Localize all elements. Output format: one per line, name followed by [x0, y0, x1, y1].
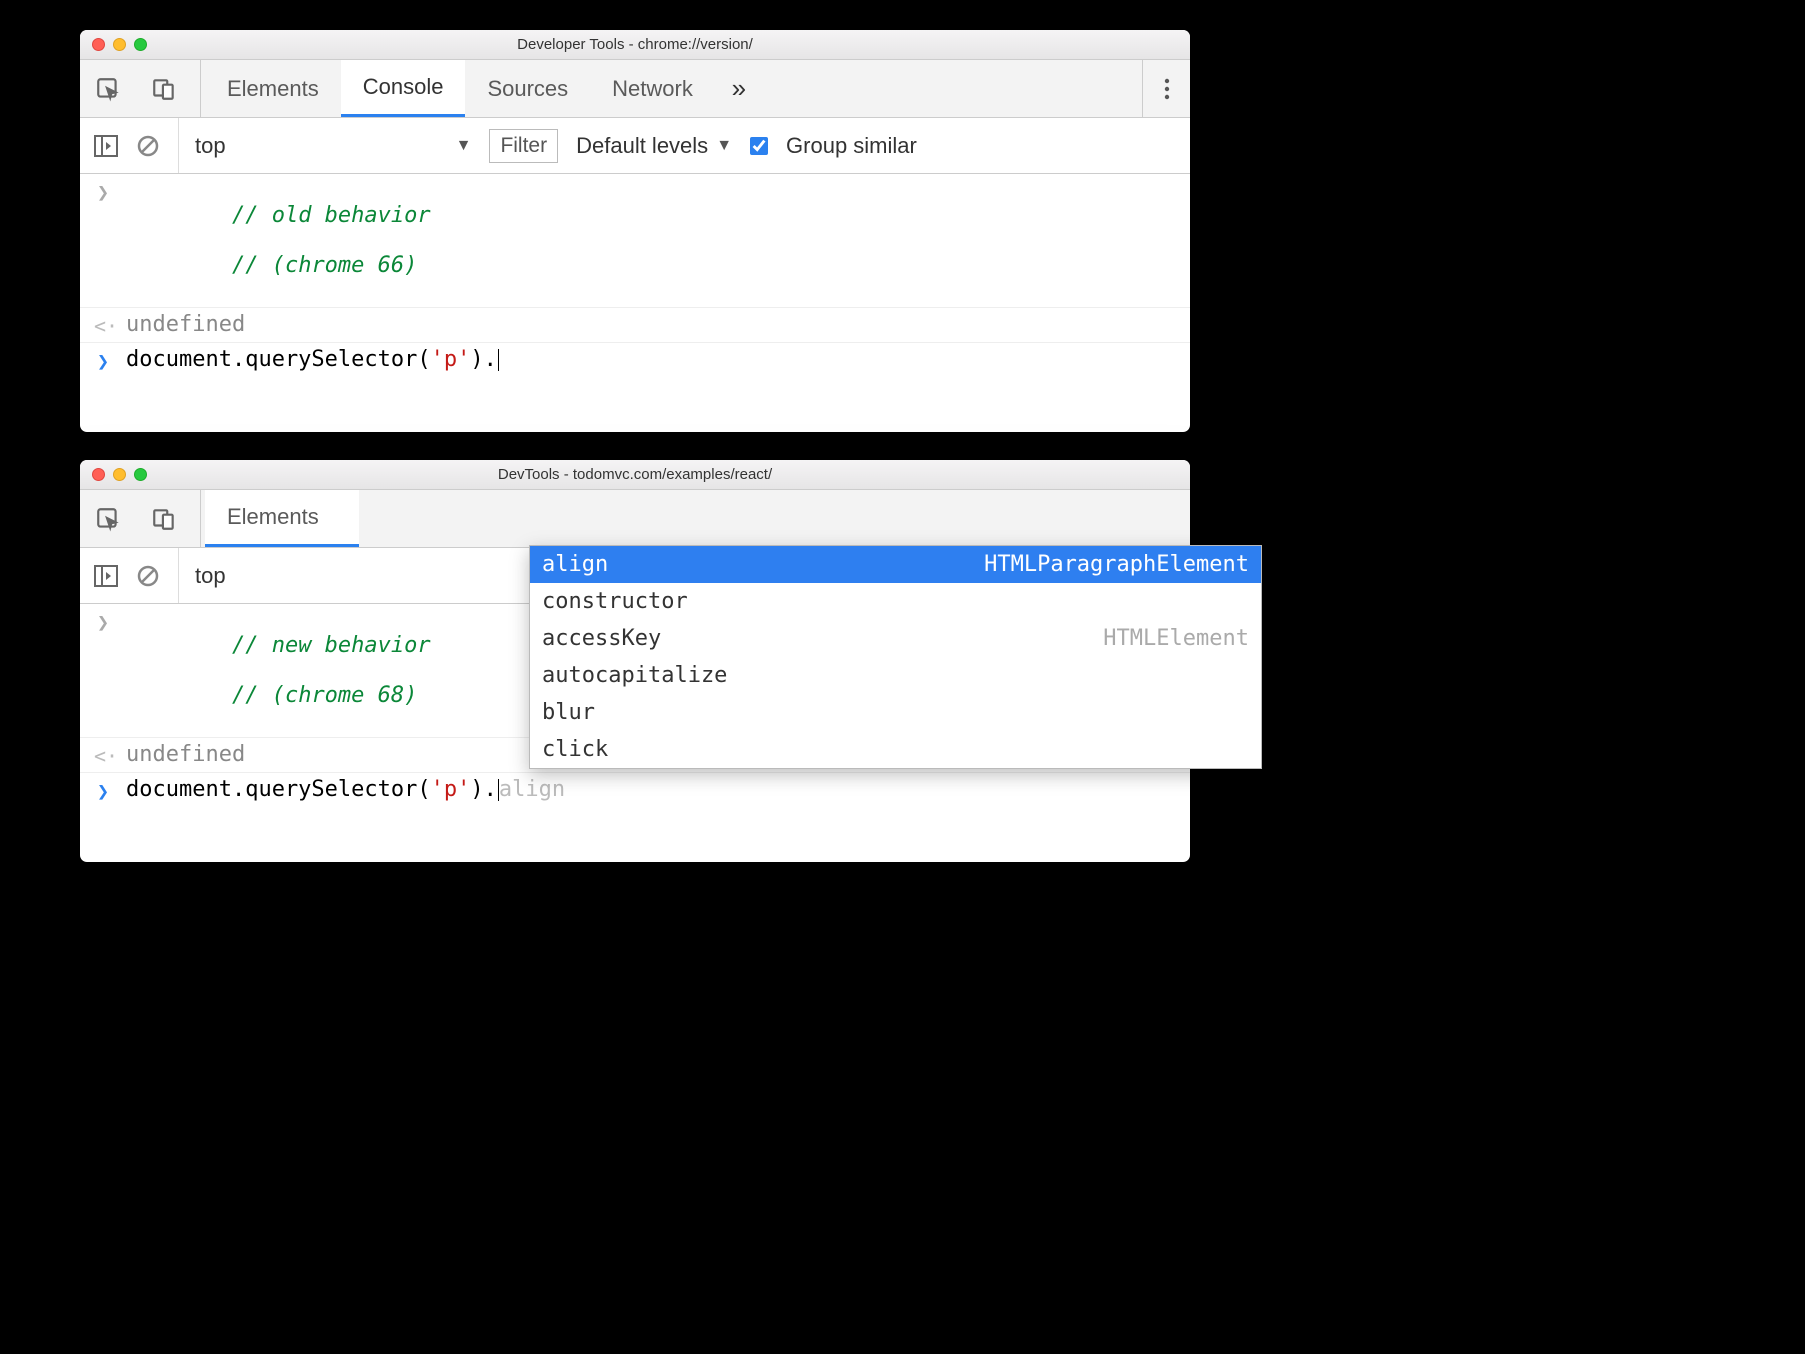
minimize-icon[interactable]: [113, 468, 126, 481]
tab-network[interactable]: Network: [590, 60, 715, 117]
chevron-down-icon: ▼: [716, 137, 732, 155]
console-prompt-row[interactable]: ❯ document.querySelector('p').: [80, 343, 1190, 377]
context-label: top: [195, 563, 226, 589]
output-value: undefined: [126, 312, 245, 337]
autocomplete-label: autocapitalize: [542, 663, 727, 688]
autocomplete-item[interactable]: align HTMLParagraphElement: [530, 546, 1261, 583]
prompt-marker-icon: ❯: [94, 777, 112, 803]
clear-console-icon[interactable]: [136, 134, 160, 158]
text-cursor: [498, 349, 499, 371]
ghost-completion: align: [499, 777, 565, 802]
autocomplete-item[interactable]: autocapitalize: [530, 657, 1261, 694]
code-comment: // old behavior: [232, 203, 431, 228]
autocomplete-label: constructor: [542, 589, 688, 614]
console-toolbar: top ▼ Filter Default levels ▼ Group simi…: [80, 118, 1190, 174]
tab-sources[interactable]: Sources: [465, 60, 590, 117]
autocomplete-item[interactable]: click: [530, 731, 1261, 768]
inspect-icon[interactable]: [80, 60, 136, 117]
group-similar-label: Group similar: [786, 133, 917, 159]
autocomplete-popup[interactable]: align HTMLParagraphElement constructor a…: [529, 545, 1262, 769]
output-marker-icon: <·: [94, 742, 112, 768]
traffic-lights: [92, 38, 147, 51]
code-comment: // (chrome 68): [232, 683, 417, 708]
input-marker-icon: ❯: [94, 608, 112, 634]
autocomplete-label: click: [542, 737, 608, 762]
zoom-icon[interactable]: [134, 38, 147, 51]
tab-elements[interactable]: Elements: [205, 60, 341, 117]
autocomplete-item[interactable]: constructor: [530, 583, 1261, 620]
autocomplete-item[interactable]: blur: [530, 694, 1261, 731]
code-comment: // (chrome 66): [232, 253, 417, 278]
device-icon[interactable]: [136, 490, 192, 547]
context-label: top: [195, 133, 226, 159]
console-input-row: ❯ // old behavior // (chrome 66): [80, 174, 1190, 308]
console-prompt-row[interactable]: ❯ document.querySelector('p').align: [80, 773, 1190, 807]
autocomplete-label: accessKey: [542, 626, 661, 651]
autocomplete-item[interactable]: accessKey HTMLElement: [530, 620, 1261, 657]
kebab-menu-icon[interactable]: [1142, 60, 1190, 117]
divider: [200, 60, 201, 117]
sidebar-toggle-icon[interactable]: [94, 135, 118, 157]
filter-input[interactable]: Filter: [489, 129, 558, 163]
console-output-row: <· undefined: [80, 308, 1190, 343]
devtools-window: DevTools - todomvc.com/examples/react/ E…: [80, 460, 1190, 860]
autocomplete-label: align: [542, 552, 608, 577]
tabbar: Elements Console Sources Network »: [80, 60, 1190, 118]
prompt-code[interactable]: document.querySelector('p').align: [126, 777, 565, 802]
output-marker-icon: <·: [94, 312, 112, 338]
autocomplete-hint: HTMLParagraphElement: [984, 552, 1249, 577]
sidebar-toggle-icon[interactable]: [94, 565, 118, 587]
more-tabs-icon[interactable]: »: [715, 60, 763, 117]
autocomplete-hint: HTMLElement: [1103, 626, 1249, 651]
window-title: DevTools - todomvc.com/examples/react/: [80, 466, 1190, 483]
devtools-window: Developer Tools - chrome://version/ Elem…: [80, 30, 1190, 430]
output-value: undefined: [126, 742, 245, 767]
traffic-lights: [92, 468, 147, 481]
autocomplete-label: blur: [542, 700, 595, 725]
chevron-down-icon: ▼: [456, 137, 472, 155]
prompt-code[interactable]: document.querySelector('p').: [126, 347, 499, 372]
group-similar-checkbox[interactable]: [750, 137, 768, 155]
tab-elements[interactable]: Elements: [205, 490, 359, 547]
divider: [200, 490, 201, 547]
device-icon[interactable]: [136, 60, 192, 117]
zoom-icon[interactable]: [134, 468, 147, 481]
titlebar[interactable]: Developer Tools - chrome://version/: [80, 30, 1190, 60]
window-title: Developer Tools - chrome://version/: [80, 36, 1190, 53]
close-icon[interactable]: [92, 38, 105, 51]
context-selector[interactable]: top: [178, 548, 226, 603]
context-selector[interactable]: top ▼: [178, 118, 471, 173]
clear-console-icon[interactable]: [136, 564, 160, 588]
minimize-icon[interactable]: [113, 38, 126, 51]
inspect-icon[interactable]: [80, 490, 136, 547]
tabbar: Elements align HTMLParagraphElement cons…: [80, 490, 1190, 548]
tab-console[interactable]: Console: [341, 60, 466, 117]
console-area[interactable]: ❯ // old behavior // (chrome 66) <· unde…: [80, 174, 1190, 432]
levels-selector[interactable]: Default levels ▼: [576, 133, 732, 159]
prompt-marker-icon: ❯: [94, 347, 112, 373]
code-comment: // new behavior: [232, 633, 431, 658]
close-icon[interactable]: [92, 468, 105, 481]
input-marker-icon: ❯: [94, 178, 112, 204]
titlebar[interactable]: DevTools - todomvc.com/examples/react/: [80, 460, 1190, 490]
